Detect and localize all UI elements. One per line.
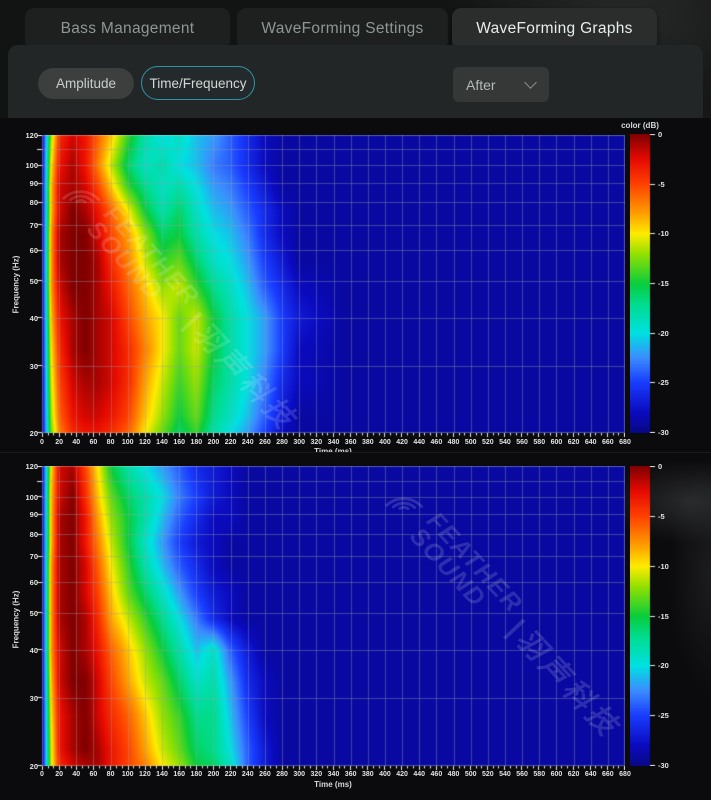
x-tick-label: 680 <box>614 439 636 446</box>
colorbar-tick-label: -5 <box>658 512 682 521</box>
spectrogram-canvas-bottom <box>34 466 625 774</box>
colorbar-tick-label: -25 <box>658 711 682 720</box>
y-tick-label: 70 <box>4 552 38 561</box>
x-axis-title: Time (ms) <box>283 780 383 789</box>
y-tick-label: 90 <box>4 179 38 188</box>
colorbar-tick-label: -20 <box>658 329 682 338</box>
colorbar-tick-label: -30 <box>658 428 682 437</box>
tab-label: WaveForming Settings <box>261 20 423 38</box>
amplitude-toggle-button[interactable]: Amplitude <box>38 68 134 99</box>
y-tick-label: 20 <box>4 762 38 771</box>
y-tick-label: 90 <box>4 510 38 519</box>
y-tick-label: 80 <box>4 530 38 539</box>
y-tick-label: 20 <box>4 429 38 438</box>
colorbar-tick-label: 0 <box>658 130 682 139</box>
before-after-select[interactable]: After <box>453 67 549 102</box>
y-tick-label: 30 <box>4 694 38 703</box>
colorbar-tick-label: -15 <box>658 279 682 288</box>
tab-label: WaveForming Graphs <box>476 20 632 38</box>
colorbar-tick-label: -15 <box>658 612 682 621</box>
spectrogram-section-bottom: Frequency (Hz) Time (ms) FEATHERSOUND |羽… <box>0 452 711 800</box>
colorbar-tick-label: -10 <box>658 562 682 571</box>
spectrogram-section-top: color (dB) Frequency (Hz) Time (ms) FEAT… <box>0 118 711 452</box>
time-frequency-toggle-label: Time/Frequency <box>149 76 246 91</box>
tab-bass-management[interactable]: Bass Management <box>25 8 230 50</box>
x-tick-label: 680 <box>614 771 636 778</box>
colorbar-tick-label: -10 <box>658 229 682 238</box>
colorbar-canvas-bottom <box>630 466 656 766</box>
colorbar-tick-label: -30 <box>658 761 682 770</box>
colorbar-tick-label: 0 <box>658 462 682 471</box>
tab-waveforming-graphs[interactable]: WaveForming Graphs <box>452 8 657 50</box>
chevron-down-icon <box>524 76 537 89</box>
colorbar-tick-label: -5 <box>658 180 682 189</box>
amplitude-toggle-label: Amplitude <box>56 76 116 91</box>
tab-waveforming-settings[interactable]: WaveForming Settings <box>237 8 448 50</box>
y-tick-label: 30 <box>4 362 38 371</box>
y-tick-label: 50 <box>4 277 38 286</box>
y-tick-label: 50 <box>4 609 38 618</box>
colorbar-tick-label: -25 <box>658 378 682 387</box>
before-after-select-value: After <box>466 77 526 93</box>
y-tick-label: 120 <box>4 462 38 471</box>
colorbar-title: color (dB) <box>605 121 675 130</box>
colorbar-tick-label: -20 <box>658 661 682 670</box>
y-tick-label: 60 <box>4 578 38 587</box>
y-tick-label: 70 <box>4 221 38 230</box>
y-tick-label: 40 <box>4 314 38 323</box>
colorbar-canvas-top <box>630 134 656 433</box>
y-tick-label: 60 <box>4 246 38 255</box>
spectrogram-canvas-top <box>34 135 625 441</box>
y-tick-label: 100 <box>4 161 38 170</box>
tab-label: Bass Management <box>61 20 195 38</box>
waveforming-app-window: Bass Management WaveForming Settings Wav… <box>0 0 711 800</box>
y-tick-label: 100 <box>4 493 38 502</box>
y-tick-label: 40 <box>4 646 38 655</box>
y-tick-label: 120 <box>4 131 38 140</box>
time-frequency-toggle-button[interactable]: Time/Frequency <box>141 66 255 100</box>
y-tick-label: 80 <box>4 198 38 207</box>
